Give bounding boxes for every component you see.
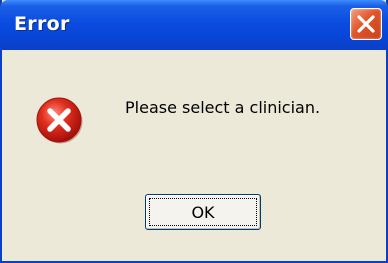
title-bar[interactable]: Error	[0, 0, 388, 50]
ok-button[interactable]: OK	[145, 194, 261, 230]
error-message: Please select a clinician.	[125, 98, 321, 117]
close-icon	[357, 15, 375, 33]
ok-button-label: OK	[149, 198, 257, 226]
error-icon	[36, 97, 83, 144]
close-button[interactable]	[350, 8, 382, 40]
dialog-title: Error	[14, 13, 70, 35]
error-dialog: Error Please select a clinician. OK	[0, 0, 388, 263]
